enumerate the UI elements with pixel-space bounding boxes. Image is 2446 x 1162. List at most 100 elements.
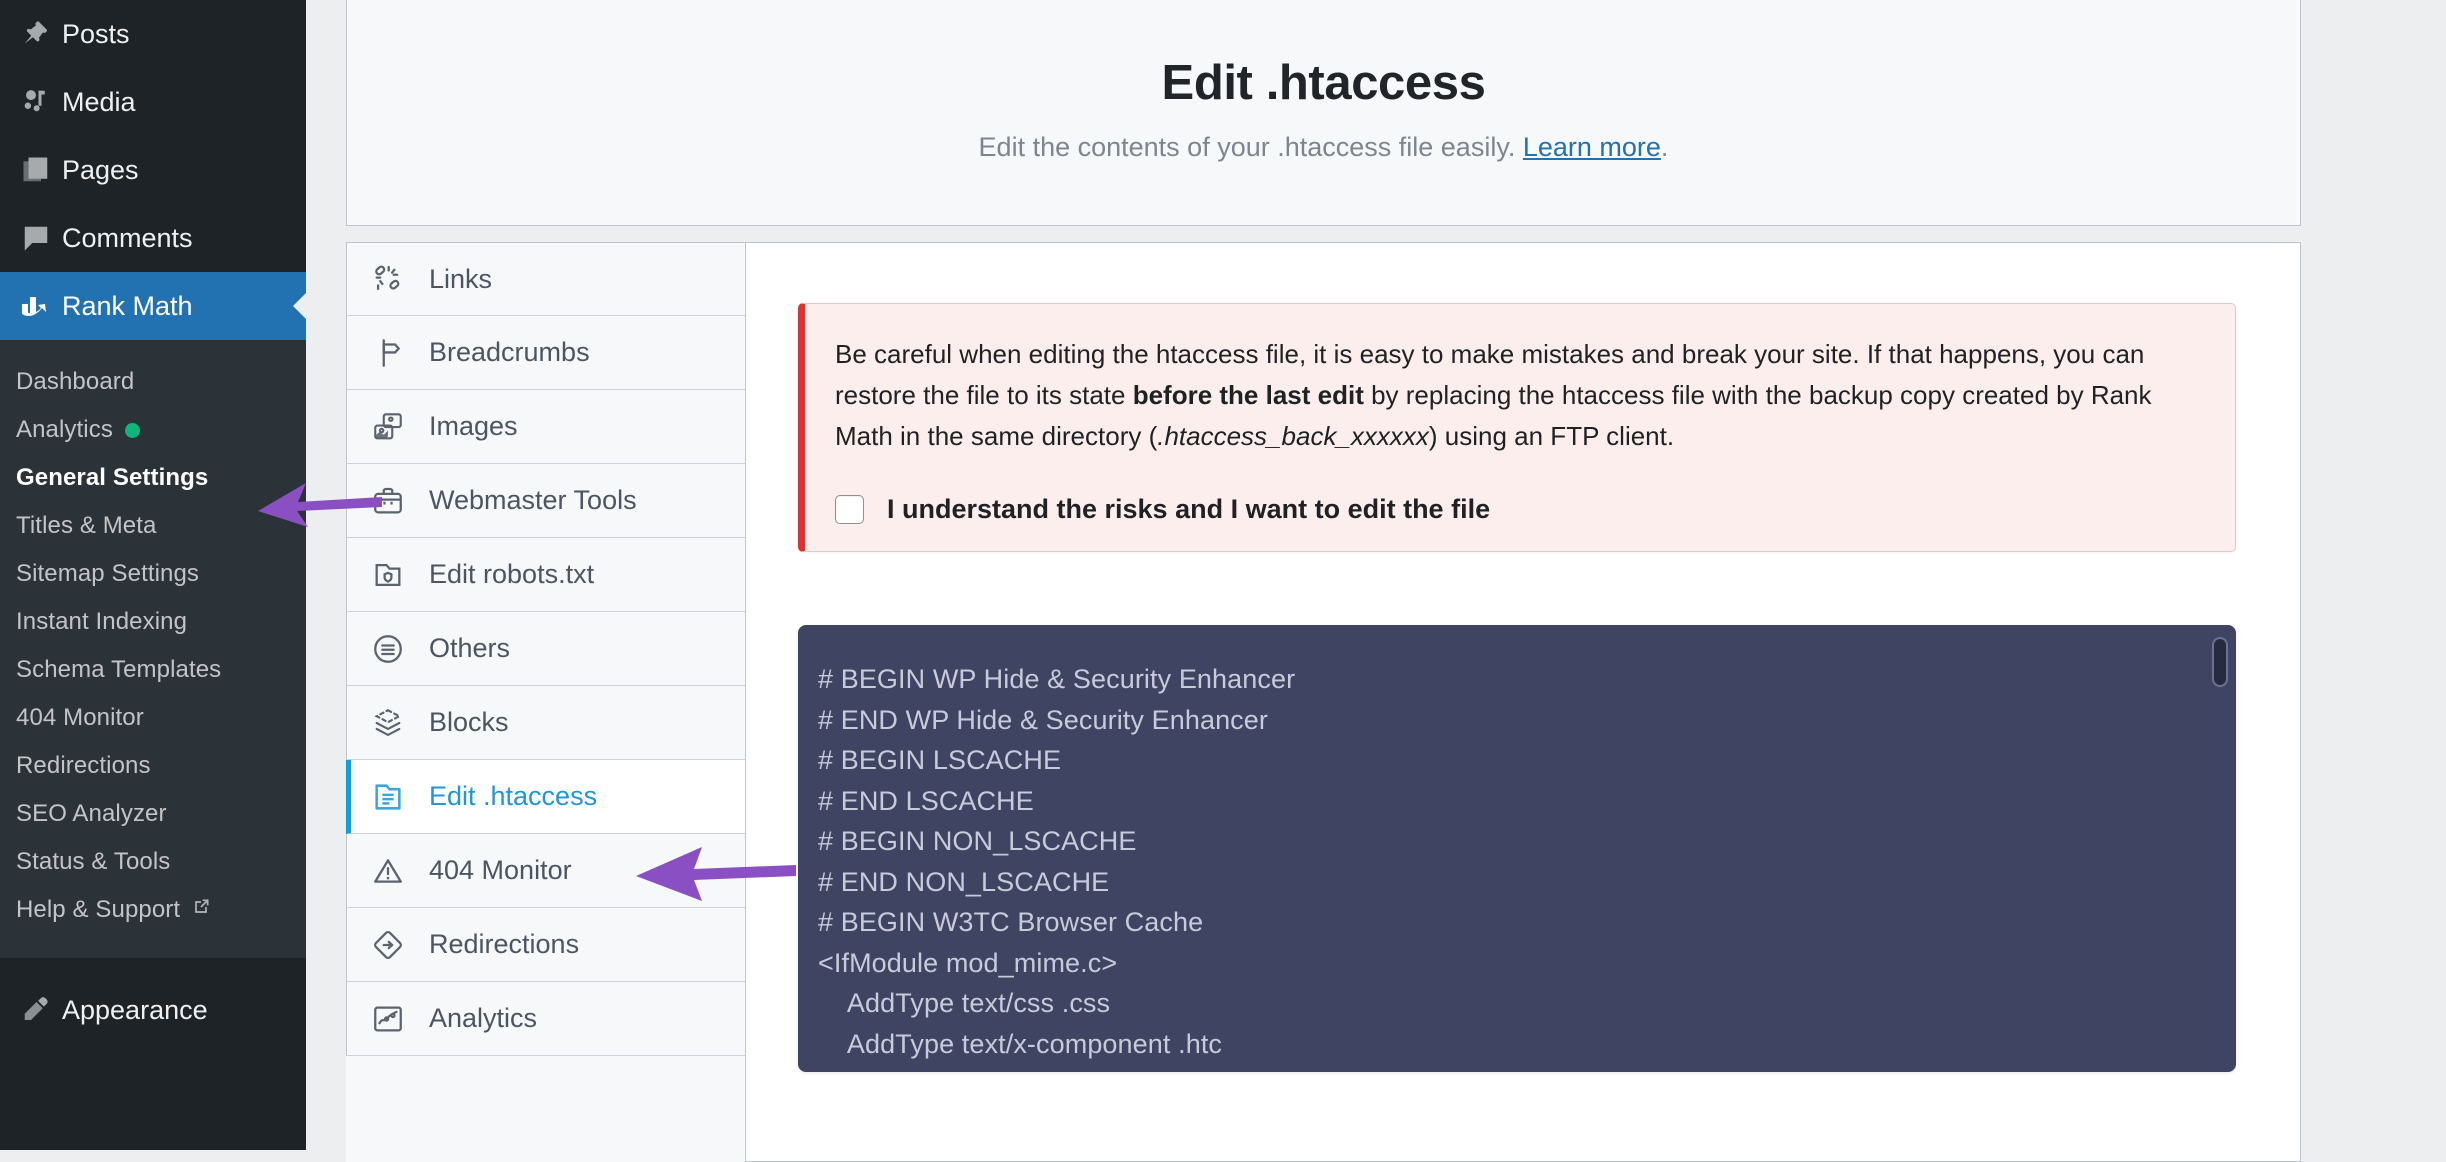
- tab-label: Edit .htaccess: [429, 781, 598, 811]
- submenu-item-label: Analytics: [16, 416, 113, 443]
- file-lines-icon: [371, 780, 423, 814]
- tab-webmaster-tools[interactable]: Webmaster Tools: [346, 464, 745, 538]
- rank-math-icon: [10, 292, 62, 320]
- editor-scrollbar[interactable]: [2212, 635, 2228, 1062]
- submenu-item-label: General Settings: [16, 464, 209, 491]
- wp-primary-menu: Posts Media Pages Comments Rank Math: [0, 0, 307, 340]
- sidebar-item-label: Rank Math: [62, 290, 193, 321]
- submenu-item-dashboard[interactable]: Dashboard: [0, 358, 306, 406]
- tab-analytics[interactable]: Analytics: [346, 982, 745, 1056]
- submenu-item-analytics[interactable]: Analytics: [0, 406, 306, 454]
- sidebar-item-comments[interactable]: Comments: [0, 204, 306, 272]
- external-link-icon: [191, 896, 211, 924]
- comment-icon: [10, 223, 62, 253]
- tab-links[interactable]: Links: [346, 242, 745, 316]
- submenu-item-instant-indexing[interactable]: Instant Indexing: [0, 598, 306, 646]
- tab-breadcrumbs[interactable]: Breadcrumbs: [346, 316, 745, 390]
- analytics-status-dot: [124, 422, 140, 438]
- tab-images[interactable]: Images: [346, 390, 745, 464]
- submenu-item-label: Status & Tools: [16, 848, 171, 875]
- understand-risks-label[interactable]: I understand the risks and I want to edi…: [887, 494, 1490, 525]
- briefcase-icon: [371, 484, 423, 518]
- tab-label: Blocks: [429, 707, 509, 737]
- tab-label: Images: [429, 411, 518, 441]
- submenu-item-label: Redirections: [16, 752, 151, 779]
- pages-icon: [10, 155, 62, 185]
- submenu-item-general-settings[interactable]: General Settings: [0, 454, 306, 502]
- htaccess-code-content[interactable]: # BEGIN WP Hide & Security Enhancer # EN…: [798, 625, 2236, 1072]
- sidebar-item-posts[interactable]: Posts: [0, 0, 306, 68]
- editor-scrollbar-thumb[interactable]: [2212, 637, 2228, 687]
- submenu-item-seo-analyzer[interactable]: SEO Analyzer: [0, 790, 306, 838]
- htaccess-warning-notice: Be careful when editing the htaccess fil…: [798, 303, 2236, 552]
- submenu-item-label: 404 Monitor: [16, 704, 144, 731]
- page-title: Edit .htaccess: [1161, 55, 1486, 110]
- submenu-item-404-monitor[interactable]: 404 Monitor: [0, 694, 306, 742]
- page-description-text: Edit the contents of your .htaccess file…: [978, 131, 1516, 162]
- sidebar-item-rank-math[interactable]: Rank Math: [0, 272, 307, 340]
- tab-edit-robots-txt[interactable]: Edit robots.txt: [346, 538, 745, 612]
- pin-icon: [10, 19, 62, 49]
- tab-label: Breadcrumbs: [429, 337, 590, 367]
- analytics-chart-icon: [371, 1002, 423, 1036]
- folder-shield-icon: [371, 558, 423, 592]
- understand-risks-checkbox[interactable]: [835, 495, 864, 524]
- page-header: Edit .htaccess Edit the contents of your…: [346, 0, 2301, 226]
- main-content: Edit .htaccess Edit the contents of your…: [346, 0, 2301, 1162]
- tab-label: Links: [429, 263, 493, 294]
- signpost-icon: [371, 336, 423, 370]
- understand-risks-row: I understand the risks and I want to edi…: [835, 494, 2201, 525]
- layers-icon: [371, 706, 423, 740]
- sidebar-item-label: Pages: [62, 154, 139, 185]
- tab-label: Analytics: [429, 1003, 538, 1033]
- diamond-arrow-icon: [371, 928, 423, 962]
- warning-text-italic: .htaccess_back_xxxxxx: [1157, 421, 1429, 451]
- submenu-item-redirections[interactable]: Redirections: [0, 742, 306, 790]
- submenu-item-titles-meta[interactable]: Titles & Meta: [0, 502, 306, 550]
- warning-text: Be careful when editing the htaccess fil…: [835, 334, 2201, 457]
- tab-redirections[interactable]: Redirections: [346, 908, 745, 982]
- warning-text-part3: ) using an FTP client.: [1428, 421, 1675, 451]
- sidebar-item-media[interactable]: Media: [0, 68, 306, 136]
- submenu-item-label: Sitemap Settings: [16, 560, 200, 587]
- submenu-item-label: SEO Analyzer: [16, 800, 167, 827]
- sidebar-item-label: Appearance: [62, 994, 208, 1025]
- submenu-item-label: Schema Templates: [16, 656, 222, 683]
- tab-404-monitor[interactable]: 404 Monitor: [346, 834, 745, 908]
- tab-edit-htaccess[interactable]: Edit .htaccess: [346, 760, 745, 834]
- links-icon: [371, 262, 423, 296]
- htaccess-code-editor[interactable]: # BEGIN WP Hide & Security Enhancer # EN…: [798, 625, 2236, 1072]
- settings-tab-list: Links Breadcrumbs Images Webmaster Tools…: [346, 242, 746, 1162]
- learn-more-link[interactable]: Learn more: [1523, 132, 1661, 162]
- images-icon: [371, 410, 423, 444]
- submenu-item-label: Help & Support: [16, 896, 181, 923]
- sidebar-item-label: Posts: [62, 18, 130, 49]
- page-description: Edit the contents of your .htaccess file…: [979, 132, 1669, 163]
- submenu-item-label: Instant Indexing: [16, 608, 188, 635]
- submenu-item-label: Dashboard: [16, 368, 135, 395]
- warning-triangle-icon: [371, 854, 423, 888]
- submenu-item-help-support[interactable]: Help & Support: [0, 886, 306, 934]
- submenu-item-schema-templates[interactable]: Schema Templates: [0, 646, 306, 694]
- rank-math-submenu: Dashboard Analytics General Settings Tit…: [0, 340, 306, 958]
- tab-label: Edit robots.txt: [429, 559, 595, 589]
- tab-label: 404 Monitor: [429, 855, 572, 885]
- tab-others[interactable]: Others: [346, 612, 745, 686]
- brush-icon: [10, 995, 62, 1025]
- sidebar-item-label: Comments: [62, 222, 193, 253]
- submenu-item-status-tools[interactable]: Status & Tools: [0, 838, 306, 886]
- sidebar-item-pages[interactable]: Pages: [0, 136, 306, 204]
- tab-blocks[interactable]: Blocks: [346, 686, 745, 760]
- list-circle-icon: [371, 632, 423, 666]
- media-icon: [10, 87, 62, 117]
- submenu-item-sitemap-settings[interactable]: Sitemap Settings: [0, 550, 306, 598]
- page-description-period: .: [1660, 131, 1669, 162]
- sidebar-item-appearance[interactable]: Appearance: [0, 976, 306, 1044]
- tab-label: Webmaster Tools: [429, 485, 637, 515]
- settings-body: Links Breadcrumbs Images Webmaster Tools…: [346, 242, 2301, 1162]
- warning-text-bold: before the last edit: [1132, 380, 1364, 410]
- tab-label: Redirections: [429, 929, 580, 959]
- submenu-item-label: Titles & Meta: [16, 512, 157, 539]
- tab-label: Others: [429, 633, 511, 663]
- tab-panel-edit-htaccess: Be careful when editing the htaccess fil…: [746, 242, 2301, 1162]
